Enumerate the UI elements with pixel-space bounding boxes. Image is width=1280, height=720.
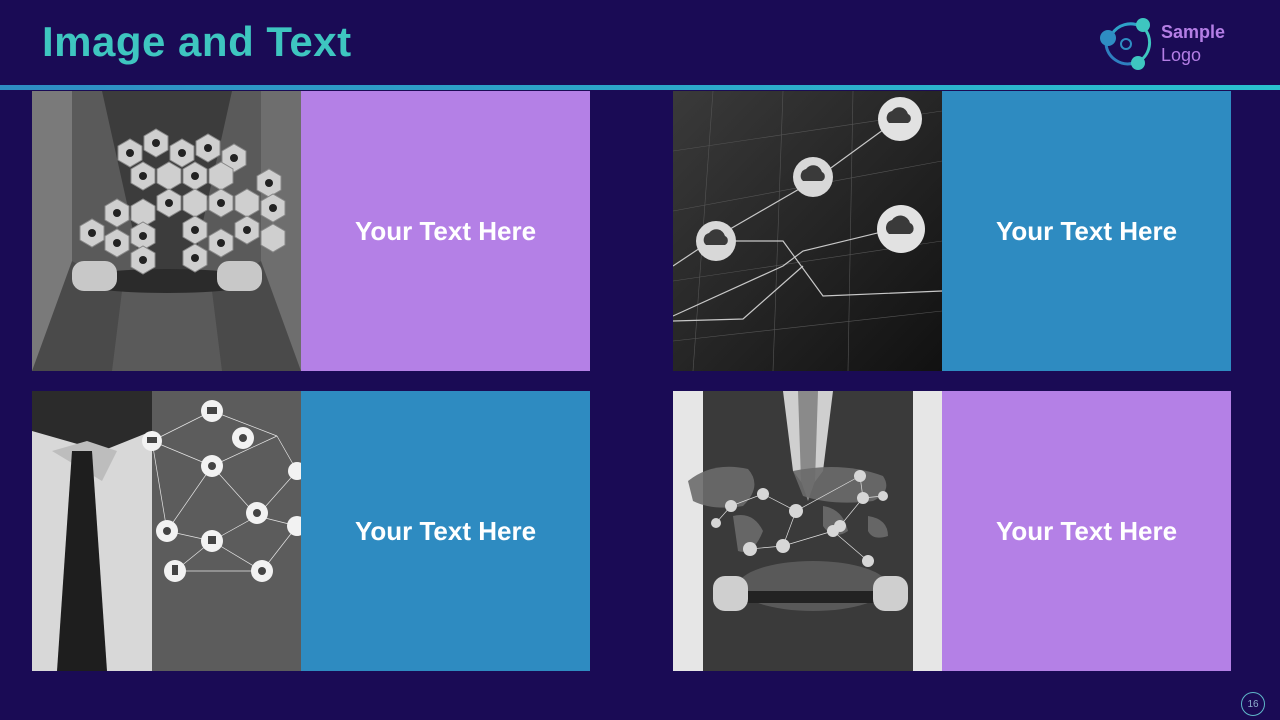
logo-text-sample: Sample — [1161, 22, 1226, 42]
image-text-card-1: Your Text Here — [32, 91, 590, 371]
image-text-card-2: Your Text Here — [673, 91, 1231, 371]
text-panel: Your Text Here — [942, 391, 1231, 671]
text-panel: Your Text Here — [301, 391, 590, 671]
text-panel: Your Text Here — [301, 91, 590, 371]
card-text: Your Text Here — [354, 215, 537, 246]
image-text-card-4: Your Text Here — [673, 391, 1231, 671]
businessman-tablet-hexagon-icons-photo — [32, 91, 301, 371]
card-text: Your Text Here — [995, 515, 1178, 546]
network-nodes-logo-icon — [1100, 18, 1152, 70]
logo-text-logo: Logo — [1161, 45, 1202, 65]
man-tie-network-globe-photo — [32, 391, 301, 671]
slide-title: Image and Text — [42, 18, 352, 65]
businessman-tablet-world-map-photo — [673, 391, 942, 671]
sample-logo: Sample Logo — [1096, 16, 1246, 76]
page-number: 16 — [1241, 692, 1265, 716]
cloud-download-circuit-photo — [673, 91, 942, 371]
image-text-card-3: Your Text Here — [32, 391, 590, 671]
title-divider — [0, 85, 1280, 90]
text-panel: Your Text Here — [942, 91, 1231, 371]
card-text: Your Text Here — [995, 215, 1178, 246]
card-text: Your Text Here — [354, 515, 537, 546]
